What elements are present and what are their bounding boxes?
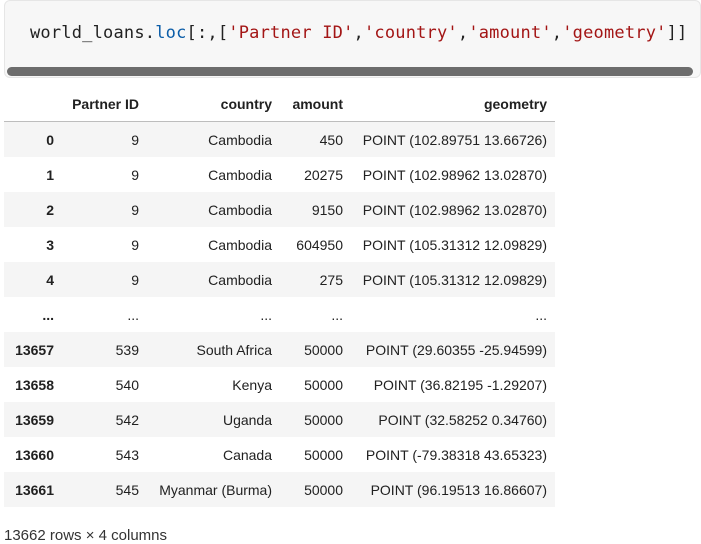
cell-geometry: POINT (102.89751 13.66726) [362, 131, 547, 148]
cell-amount: 604950 [296, 236, 343, 253]
cell-partner-id: 540 [115, 376, 139, 393]
cell-amount: 20275 [304, 166, 343, 183]
table-header-row: Partner ID country amount geometry [4, 87, 555, 122]
code-dot: . [144, 23, 156, 43]
cell-amount: 450 [319, 131, 343, 148]
cell-partner-id: ... [127, 306, 139, 323]
cell-geometry: POINT (102.98962 13.02870) [362, 201, 547, 218]
dataframe-shape-text: 13662 rows × 4 columns [4, 527, 168, 544]
table-row: 13660 543 Canada 50000 POINT (-79.38318 … [4, 437, 555, 472]
code-col-0: 'Partner ID' [228, 23, 354, 43]
code-cell[interactable]: world_loans.loc[:,['Partner ID','country… [4, 0, 701, 78]
row-index: 2 [46, 201, 54, 218]
cell-country: Canada [222, 446, 272, 463]
table-row-ellipsis: ... ... ... ... ... [4, 297, 555, 332]
cell-partner-id: 9 [131, 131, 139, 148]
row-index: 0 [46, 131, 54, 148]
dataframe-table: Partner ID country amount geometry 0 9 C… [4, 87, 555, 507]
cell-partner-id: 9 [131, 166, 139, 183]
horizontal-scrollbar[interactable] [7, 67, 693, 76]
cell-geometry: POINT (96.19513 16.86607) [370, 481, 547, 498]
cell-country: Cambodia [208, 131, 272, 148]
table-row: 4 9 Cambodia 275 POINT (105.31312 12.098… [4, 262, 555, 297]
row-index: 13660 [15, 446, 54, 463]
header-index [4, 87, 62, 122]
row-index: 1 [46, 166, 54, 183]
cell-partner-id: 545 [115, 481, 139, 498]
table-row: 2 9 Cambodia 9150 POINT (102.98962 13.02… [4, 192, 555, 227]
cell-partner-id: 542 [115, 411, 139, 428]
code-attr: loc [155, 23, 187, 43]
cell-geometry: POINT (105.31312 12.09829) [362, 271, 547, 288]
code-line[interactable]: world_loans.loc[:,['Partner ID','country… [30, 23, 687, 43]
cell-partner-id: 9 [131, 236, 139, 253]
code-sep: , [457, 23, 469, 43]
cell-geometry: POINT (29.60355 -25.94599) [365, 341, 547, 358]
header-geometry: geometry [351, 87, 555, 122]
table-row: 13661 545 Myanmar (Burma) 50000 POINT (9… [4, 472, 555, 507]
code-open: [:,[ [186, 23, 229, 43]
cell-geometry: POINT (32.58252 0.34760) [378, 411, 547, 428]
code-col-3: 'geometry' [562, 23, 667, 43]
row-index: 13661 [15, 481, 54, 498]
cell-geometry: POINT (105.31312 12.09829) [362, 236, 547, 253]
cell-country: South Africa [196, 341, 273, 358]
cell-amount: 275 [319, 271, 343, 288]
cell-amount: ... [331, 306, 343, 323]
cell-country: ... [260, 306, 272, 323]
table-row: 13659 542 Uganda 50000 POINT (32.58252 0… [4, 402, 555, 437]
cell-country: Kenya [232, 376, 272, 393]
cell-partner-id: 9 [131, 201, 139, 218]
cell-partner-id: 543 [115, 446, 139, 463]
code-col-2: 'amount' [468, 23, 552, 43]
cell-geometry: POINT (102.98962 13.02870) [362, 166, 547, 183]
code-close: ]] [666, 23, 688, 43]
cell-country: Uganda [222, 411, 272, 428]
code-col-1: 'country' [363, 23, 458, 43]
code-object: world_loans [30, 23, 145, 43]
cell-amount: 50000 [304, 376, 343, 393]
cell-amount: 50000 [304, 481, 343, 498]
cell-country: Cambodia [208, 166, 272, 183]
table-row: 13657 539 South Africa 50000 POINT (29.6… [4, 332, 555, 367]
row-index: 3 [46, 236, 54, 253]
table-row: 3 9 Cambodia 604950 POINT (105.31312 12.… [4, 227, 555, 262]
cell-country: Cambodia [208, 201, 272, 218]
cell-amount: 50000 [304, 411, 343, 428]
table-row: 13658 540 Kenya 50000 POINT (36.82195 -1… [4, 367, 555, 402]
cell-country: Cambodia [208, 236, 272, 253]
header-partner-id: Partner ID [62, 87, 147, 122]
cell-country: Myanmar (Burma) [159, 481, 272, 498]
cell-amount: 50000 [304, 446, 343, 463]
table-row: 1 9 Cambodia 20275 POINT (102.98962 13.0… [4, 157, 555, 192]
cell-amount: 9150 [311, 201, 343, 218]
cell-partner-id: 9 [131, 271, 139, 288]
table-row: 0 9 Cambodia 450 POINT (102.89751 13.667… [4, 121, 555, 157]
cell-geometry: ... [535, 306, 547, 323]
code-sep: , [353, 23, 364, 43]
row-index: 13658 [15, 376, 54, 393]
row-index: 13659 [15, 411, 54, 428]
row-index: 4 [46, 271, 54, 288]
cell-geometry: POINT (-79.38318 43.65323) [365, 446, 547, 463]
header-amount: amount [280, 87, 351, 122]
cell-amount: 50000 [304, 341, 343, 358]
cell-partner-id: 539 [115, 341, 139, 358]
row-index: 13657 [15, 341, 54, 358]
code-sep: , [551, 23, 563, 43]
row-index: ... [42, 306, 54, 323]
header-country: country [147, 87, 280, 122]
cell-geometry: POINT (36.82195 -1.29207) [373, 376, 547, 393]
cell-country: Cambodia [208, 271, 272, 288]
